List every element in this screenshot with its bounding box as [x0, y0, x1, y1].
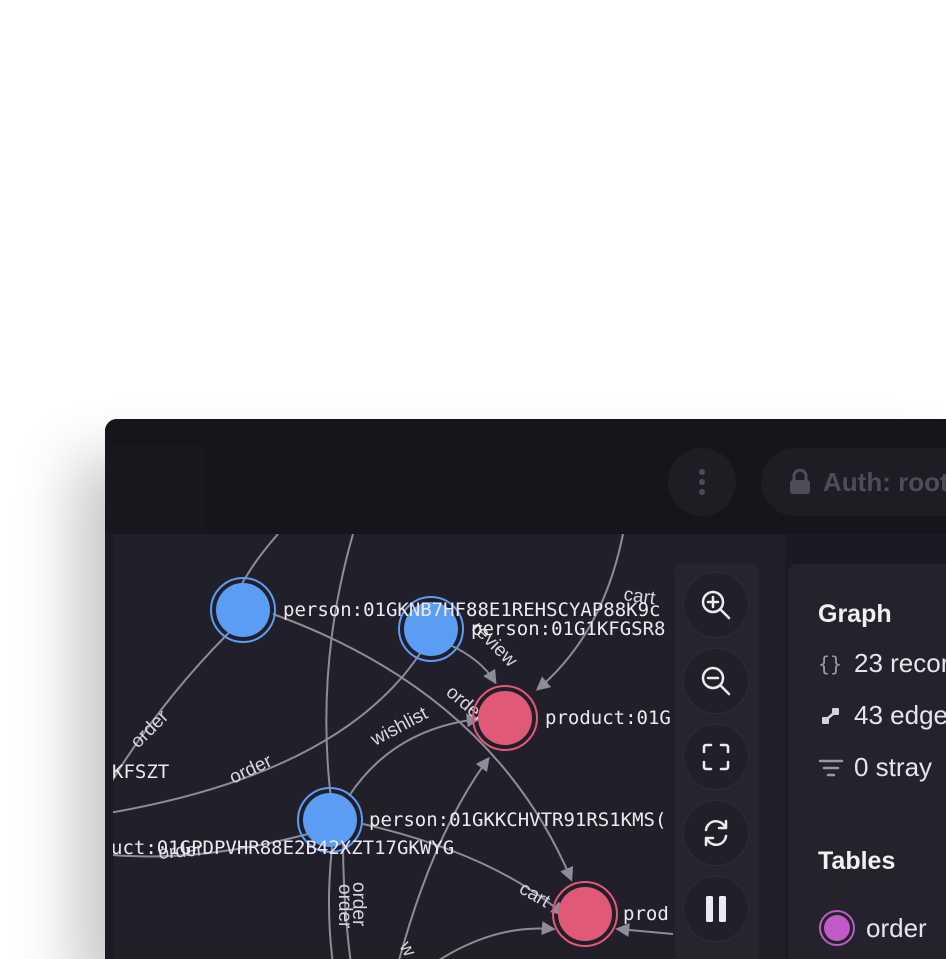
records-count: {} 23 records — [818, 648, 946, 679]
edge-label: order — [127, 706, 174, 753]
zoom-out-button[interactable] — [683, 648, 749, 714]
node-label: uct:01GPDPVHR88E2B42XZT17GKWYG — [113, 837, 454, 859]
pause-button[interactable] — [683, 876, 749, 942]
graph-toolbar — [675, 564, 759, 959]
graph-edge[interactable] — [615, 923, 674, 937]
graph-node-product[interactable] — [472, 685, 538, 751]
edges-count-text: 43 edges — [854, 700, 946, 730]
zoom-in-icon — [701, 590, 731, 620]
graph-node-product[interactable] — [552, 881, 618, 947]
stray-count-text: 0 stray — [854, 752, 933, 782]
refresh-button[interactable] — [683, 800, 749, 866]
refresh-icon — [704, 819, 728, 847]
graph-node-person[interactable] — [210, 577, 276, 643]
fit-screen-icon — [702, 743, 730, 771]
fit-screen-button[interactable] — [683, 724, 749, 790]
edge-label: order — [226, 750, 276, 788]
zoom-out-icon — [701, 666, 731, 696]
graph-edge[interactable] — [325, 534, 354, 815]
edges-count: 43 edges — [818, 700, 946, 731]
edge-link-icon — [822, 707, 839, 724]
auth-label: Auth: root — [823, 466, 946, 497]
filter-icon — [818, 759, 844, 776]
node-label: product:01G — [545, 707, 671, 729]
graph-info-panel: Graph {} 23 records 43 edges 0 stray Tab… — [788, 564, 946, 959]
graph-edge[interactable] — [433, 921, 556, 959]
more-options-button[interactable] — [668, 448, 736, 516]
node-label: KFSZT — [113, 761, 169, 783]
tables-section-title: Tables — [818, 847, 896, 875]
stray-count: 0 stray — [818, 752, 932, 783]
top-bar: Auth: root — [105, 419, 946, 534]
node-label: person:01G1KFGSR8 — [471, 618, 665, 640]
zoom-in-button[interactable] — [683, 572, 749, 638]
edge-label: w — [394, 937, 420, 959]
table-item-label: order — [866, 912, 927, 943]
node-label: person:01GKKCHVTR91RS1KMS( — [369, 809, 666, 831]
pause-icon — [706, 896, 726, 922]
topbar-left-area — [105, 444, 205, 534]
svg-text:{}: {} — [818, 652, 842, 676]
graph-canvas[interactable]: cart review order wishlist order order o… — [113, 534, 785, 959]
app-window: Auth: root cart review order wishlist or… — [105, 419, 946, 959]
braces-icon: {} — [818, 652, 842, 676]
more-vertical-icon — [699, 469, 705, 495]
table-item[interactable]: order — [818, 909, 927, 947]
table-color-dot-icon — [819, 910, 855, 946]
records-count-text: 23 records — [854, 648, 946, 678]
edge-label: order — [334, 884, 355, 929]
auth-button[interactable]: Auth: root — [761, 448, 946, 516]
lock-icon — [790, 469, 810, 494]
edge-label: wishlist — [367, 703, 432, 751]
node-label: prod — [623, 903, 669, 925]
graph-section-title: Graph — [818, 600, 892, 628]
